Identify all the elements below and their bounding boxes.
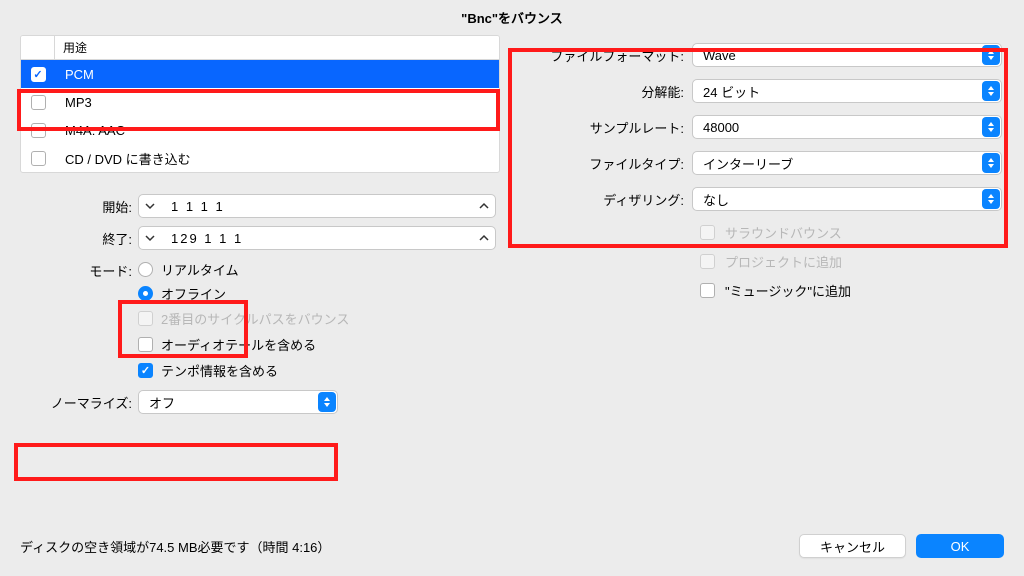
end-label: 終了: — [20, 229, 138, 248]
dithering-select[interactable]: なし — [692, 187, 1002, 211]
end-decrement[interactable] — [139, 227, 161, 249]
resolution-select[interactable]: 24 ビット — [692, 79, 1002, 103]
checkbox-tempo[interactable] — [138, 363, 153, 378]
start-increment[interactable] — [473, 195, 495, 217]
list-row-pcm[interactable]: PCM — [21, 60, 499, 88]
end-stepper[interactable]: 129 1 1 1 — [138, 226, 496, 250]
sample-rate-select[interactable]: 48000 — [692, 115, 1002, 139]
checkbox-second-cycle — [138, 311, 153, 326]
start-label: 開始: — [20, 197, 138, 216]
checkbox-add-music[interactable] — [700, 283, 715, 298]
checkbox-audio-tail[interactable] — [138, 337, 153, 352]
select-caret-icon — [318, 392, 336, 412]
list-row-m4a[interactable]: M4A: AAC — [21, 116, 499, 144]
mode-realtime[interactable]: リアルタイム — [138, 257, 349, 281]
tempo-option[interactable]: テンポ情報を含める — [138, 357, 349, 383]
destination-list: 用途 PCM MP3 M4A: AAC CD / DVD に書き込む — [20, 35, 500, 173]
radio-realtime[interactable] — [138, 262, 153, 277]
sample-rate-label: サンプルレート: — [530, 118, 692, 137]
select-caret-icon — [982, 81, 1000, 101]
list-row-mp3[interactable]: MP3 — [21, 88, 499, 116]
file-type-select[interactable]: インターリーブ — [692, 151, 1002, 175]
mode-offline[interactable]: オフライン — [138, 281, 349, 305]
add-project-option: プロジェクトに追加 — [530, 252, 1004, 271]
select-caret-icon — [982, 153, 1000, 173]
add-music-option[interactable]: "ミュージック"に追加 — [530, 281, 1004, 300]
radio-offline[interactable] — [138, 286, 153, 301]
checkbox-pcm[interactable] — [31, 67, 46, 82]
checkbox-add-project — [700, 254, 715, 269]
start-stepper[interactable]: 1 1 1 1 — [138, 194, 496, 218]
end-increment[interactable] — [473, 227, 495, 249]
select-caret-icon — [982, 117, 1000, 137]
format-select[interactable]: Wave — [692, 43, 1002, 67]
mode-label: モード: — [20, 257, 138, 280]
ok-button[interactable]: OK — [916, 534, 1004, 558]
normalize-label: ノーマライズ: — [20, 393, 138, 412]
surround-option: サラウンドバウンス — [530, 223, 1004, 242]
list-header: 用途 — [21, 36, 499, 60]
checkbox-m4a[interactable] — [31, 123, 46, 138]
normalize-select[interactable]: オフ — [138, 390, 338, 414]
start-decrement[interactable] — [139, 195, 161, 217]
file-type-label: ファイルタイプ: — [530, 154, 692, 173]
checkbox-cd[interactable] — [31, 151, 46, 166]
disk-space-text: ディスクの空き領域が74.5 MB必要です（時間 4:16） — [20, 537, 330, 556]
audio-tail-option[interactable]: オーディオテールを含める — [138, 331, 349, 357]
dithering-label: ディザリング: — [530, 190, 692, 209]
second-cycle-option: 2番目のサイクルパスをバウンス — [138, 305, 349, 331]
select-caret-icon — [982, 45, 1000, 65]
list-row-cd[interactable]: CD / DVD に書き込む — [21, 144, 499, 172]
checkbox-surround — [700, 225, 715, 240]
format-label: ファイルフォーマット: — [530, 46, 692, 65]
resolution-label: 分解能: — [530, 82, 692, 101]
select-caret-icon — [982, 189, 1000, 209]
cancel-button[interactable]: キャンセル — [799, 534, 906, 558]
dialog-title: "Bnc"をバウンス — [0, 0, 1024, 35]
checkbox-mp3[interactable] — [31, 95, 46, 110]
